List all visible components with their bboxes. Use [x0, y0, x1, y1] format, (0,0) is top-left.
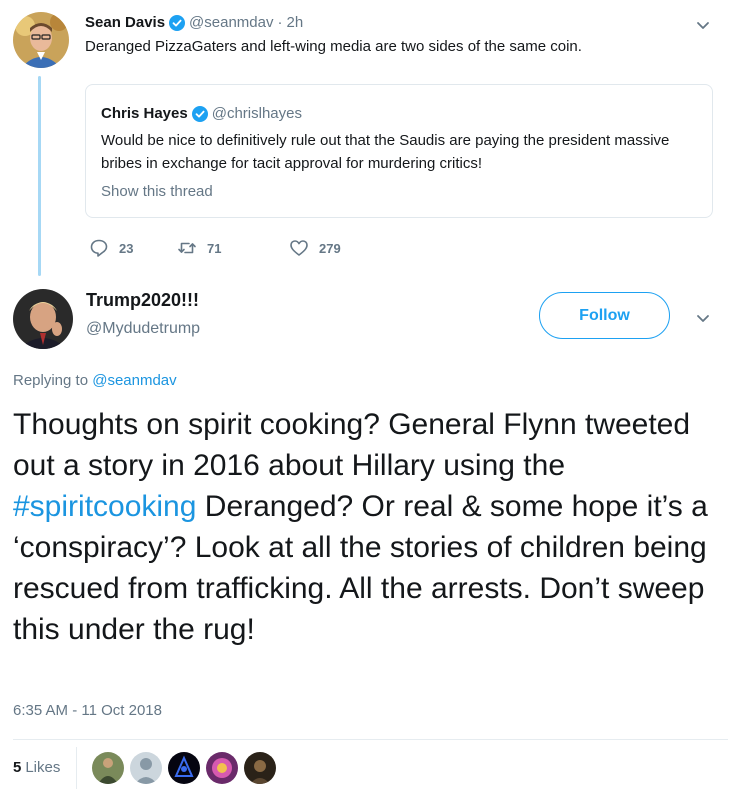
main-avatar[interactable]: [13, 289, 73, 349]
heart-icon: [290, 240, 308, 256]
quoted-author-handle: @chrislhayes: [211, 105, 302, 122]
parent-author-name[interactable]: Sean Davis: [85, 14, 165, 31]
parent-tweet-text: Deranged PizzaGaters and left-wing media…: [85, 38, 582, 55]
liker-avatar[interactable]: [168, 752, 200, 784]
likers-avatar-list: [92, 752, 282, 784]
liker-avatar[interactable]: [206, 752, 238, 784]
parent-action-bar: 23 71 279: [89, 238, 341, 258]
parent-tweet[interactable]: Sean Davis @seanmdav · 2h Deranged Pizza…: [0, 0, 742, 285]
verified-badge-icon: [169, 14, 186, 31]
like-count: 279: [319, 240, 341, 256]
parent-timestamp[interactable]: 2h: [286, 14, 303, 31]
main-author-name[interactable]: Trump2020!!!: [86, 290, 199, 311]
tweet-timestamp[interactable]: 6:35 AM - 11 Oct 2018: [13, 702, 162, 719]
liker-avatar[interactable]: [92, 752, 124, 784]
chevron-down-icon[interactable]: [695, 17, 711, 33]
verified-badge-icon: [191, 105, 208, 122]
reply-count: 23: [119, 240, 134, 256]
quoted-header: Chris Hayes @chrislhayes: [101, 105, 302, 122]
quoted-author-name: Chris Hayes: [101, 105, 188, 122]
header-separator: ·: [277, 14, 283, 31]
replying-to-link[interactable]: @seanmdav: [92, 372, 176, 389]
follow-button[interactable]: Follow: [539, 292, 670, 339]
thread-connector-line: [38, 76, 41, 276]
likes-count: 5: [13, 759, 22, 776]
chevron-down-icon[interactable]: [695, 310, 711, 326]
parent-header: Sean Davis @seanmdav · 2h: [85, 14, 303, 31]
retweet-button[interactable]: 71: [177, 238, 289, 258]
reply-button[interactable]: 23: [89, 238, 177, 258]
quoted-tweet[interactable]: Chris Hayes @chrislhayes Would be nice t…: [85, 84, 713, 218]
quoted-tweet-text: Would be nice to definitively rule out t…: [101, 132, 670, 172]
parent-author-handle[interactable]: @seanmdav: [189, 14, 273, 31]
main-author-handle[interactable]: @Mydudetrump: [86, 320, 200, 338]
divider: [76, 747, 77, 789]
retweet-icon: [178, 242, 196, 254]
show-thread-link[interactable]: Show this thread: [101, 183, 213, 200]
hashtag-link[interactable]: #spiritcooking: [13, 490, 196, 523]
liker-avatar[interactable]: [244, 752, 276, 784]
replying-to-line: Replying to @seanmdav: [13, 372, 177, 389]
reply-icon: [90, 239, 108, 257]
parent-avatar[interactable]: [13, 12, 69, 68]
likes-stat[interactable]: 5 Likes: [13, 759, 60, 776]
liker-avatar[interactable]: [130, 752, 162, 784]
retweet-count: 71: [207, 240, 222, 256]
like-button[interactable]: 279: [289, 238, 341, 258]
replying-to-label: Replying to: [13, 372, 89, 389]
likes-label: Likes: [25, 759, 61, 776]
tweet-text-part: Thoughts on spirit cooking? General Flyn…: [13, 408, 691, 482]
main-tweet-text: Thoughts on spirit cooking? General Flyn…: [13, 404, 728, 650]
divider: [13, 739, 728, 740]
